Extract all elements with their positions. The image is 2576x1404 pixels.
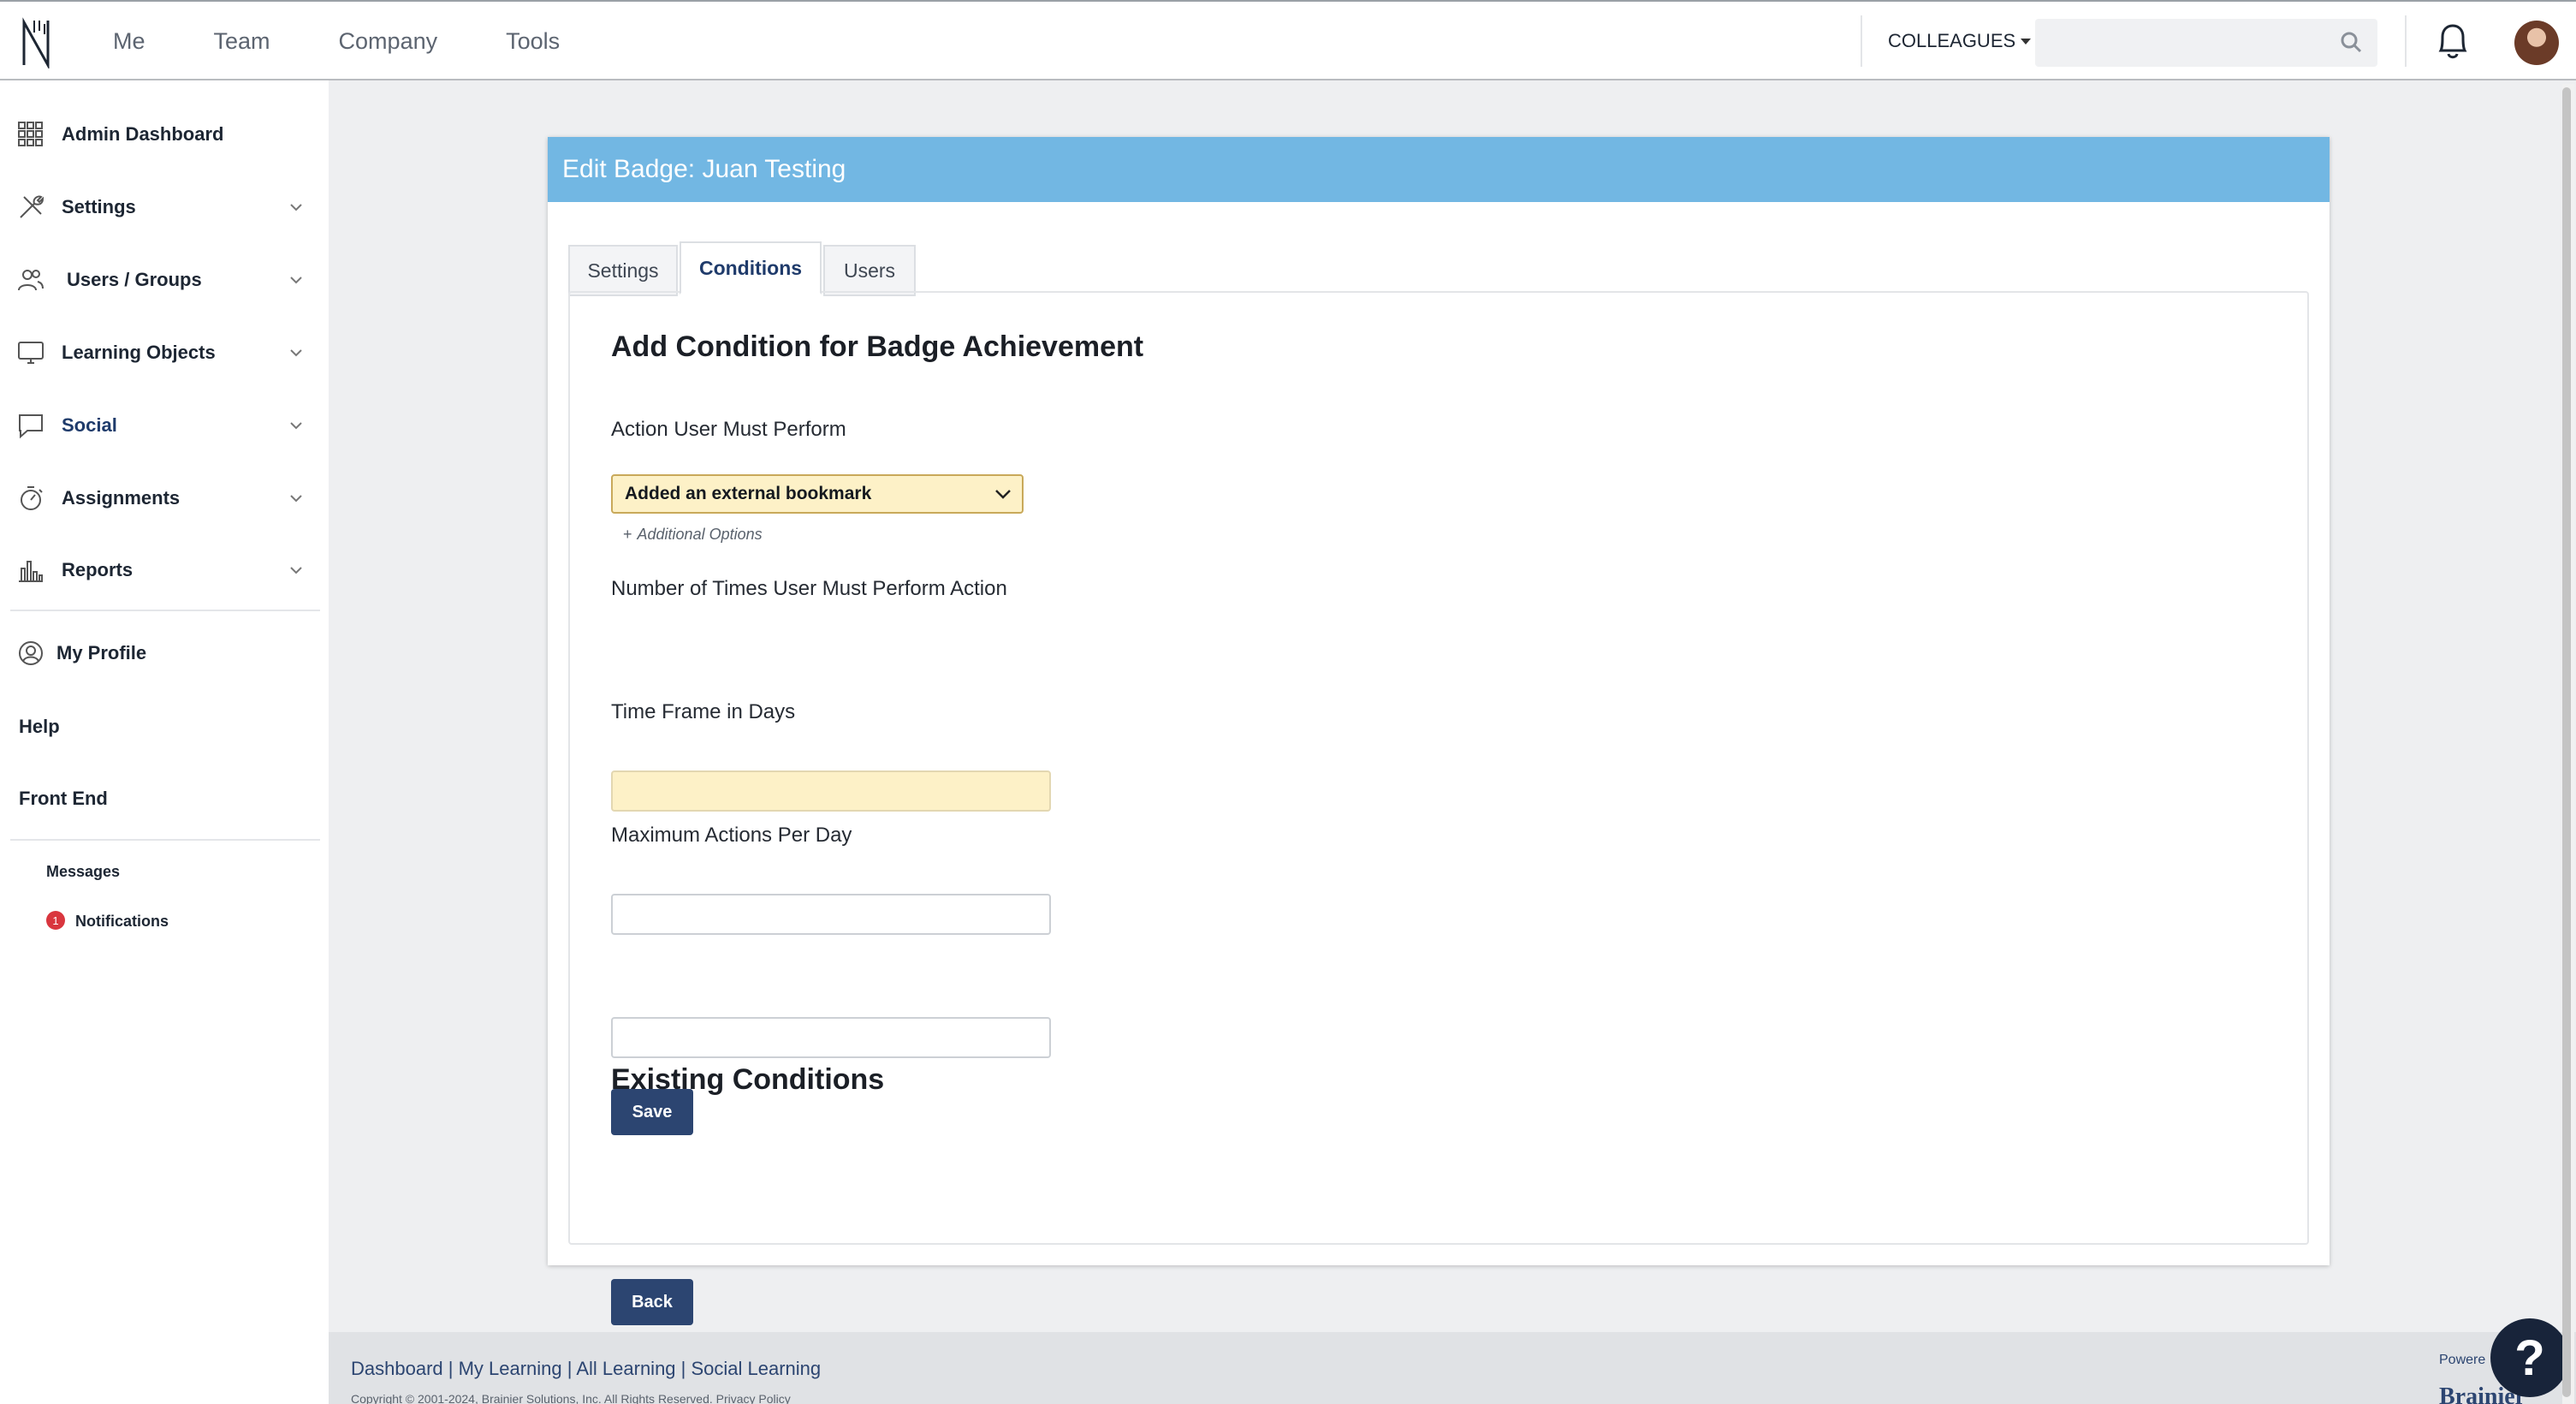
sidebar-divider (10, 839, 320, 841)
tab-settings[interactable]: Settings (568, 245, 678, 296)
avatar[interactable] (2514, 21, 2559, 65)
top-navbar: Me Team Company Tools COLLEAGUES (0, 0, 2576, 80)
tab-conditions[interactable]: Conditions (680, 241, 822, 294)
scrollbar[interactable] (2562, 84, 2574, 1404)
plus-icon: + (623, 526, 632, 543)
action-select-value: Added an external bookmark (625, 484, 872, 503)
search-input[interactable] (2035, 19, 2377, 67)
card-header: Edit Badge: Juan Testing (548, 137, 2330, 202)
sidebar-link-notifications[interactable]: Notifications (75, 913, 169, 931)
monitor-icon (18, 342, 44, 364)
sidebar-item-label: Settings (62, 196, 136, 217)
chevron-down-icon (290, 277, 302, 284)
sidebar-item-my-profile[interactable]: My Profile (0, 628, 329, 679)
sidebar-divider (10, 610, 320, 611)
nav-team[interactable]: Team (214, 28, 270, 55)
grid-icon (18, 122, 43, 146)
times-input[interactable] (611, 770, 1051, 812)
scrollbar-thumb[interactable] (2562, 87, 2571, 1397)
nav-tools[interactable]: Tools (506, 28, 560, 55)
nav-company[interactable]: Company (339, 28, 438, 55)
tab-users[interactable]: Users (823, 245, 916, 296)
timeframe-label: Time Frame in Days (611, 700, 796, 723)
sidebar-item-label: Help (19, 716, 60, 737)
colleagues-dropdown[interactable]: COLLEAGUES (1861, 15, 2032, 67)
logo-icon[interactable] (19, 17, 53, 68)
chevron-down-icon (995, 490, 1011, 499)
times-label: Number of Times User Must Perform Action (611, 577, 1007, 600)
sidebar-item-label: Assignments (62, 487, 181, 509)
sidebar-item-help[interactable]: Help (0, 701, 329, 753)
timeframe-input[interactable] (611, 894, 1051, 935)
top-nav-links: Me Team Company Tools (113, 2, 628, 80)
sidebar-item-label: Users / Groups (67, 269, 202, 290)
chevron-down-icon (290, 349, 302, 357)
users-icon (18, 270, 44, 291)
chat-icon (19, 414, 43, 439)
additional-options-link[interactable]: + Additional Options (623, 526, 763, 544)
sidebar-item-users-groups[interactable]: Users / Groups (0, 254, 329, 306)
sidebar-item-admin-dashboard[interactable]: Admin Dashboard (0, 109, 329, 160)
sidebar-item-label: Reports (62, 559, 134, 580)
footer: Dashboard | My Learning | All Learning |… (329, 1332, 2576, 1404)
sidebar-item-front-end[interactable]: Front End (0, 773, 329, 824)
additional-options-label: Additional Options (637, 526, 763, 543)
action-label: Action User Must Perform (611, 418, 846, 441)
sidebar-item-settings[interactable]: Settings (0, 181, 329, 233)
chevron-down-icon (290, 567, 302, 574)
search-icon[interactable] (2340, 31, 2362, 53)
sidebar: Admin Dashboard Settings Users / Groups … (0, 80, 329, 1404)
stopwatch-icon (21, 486, 43, 510)
back-button[interactable]: Back (611, 1279, 693, 1325)
bar-chart-icon (19, 561, 43, 582)
powered-by-label: Powere (2439, 1353, 2486, 1367)
sidebar-item-social[interactable]: Social (0, 400, 329, 451)
nav-me[interactable]: Me (113, 28, 145, 55)
sidebar-item-reports[interactable]: Reports (0, 544, 329, 596)
sidebar-item-label: Admin Dashboard (62, 123, 224, 145)
notification-count-badge: 1 (46, 911, 65, 930)
edit-badge-card: Edit Badge: Juan Testing Settings Condit… (548, 137, 2330, 1325)
max-actions-label: Maximum Actions Per Day (611, 824, 852, 847)
sidebar-item-learning-objects[interactable]: Learning Objects (0, 327, 329, 378)
tools-icon (20, 195, 45, 218)
sidebar-item-label: Learning Objects (62, 342, 216, 363)
conditions-panel: Add Condition for Badge Achievement Acti… (568, 291, 2309, 1325)
add-condition-heading: Add Condition for Badge Achievement (611, 330, 1144, 363)
colleagues-label: COLLEAGUES (1888, 30, 2016, 51)
existing-conditions-heading: Existing Conditions (611, 1063, 885, 1096)
chevron-down-icon (290, 422, 302, 430)
max-actions-input[interactable] (611, 1017, 1051, 1058)
page-title: Edit Badge: Juan Testing (562, 155, 846, 183)
action-select[interactable]: Added an external bookmark (611, 474, 1024, 514)
sidebar-item-assignments[interactable]: Assignments (0, 473, 329, 524)
notification-bell[interactable] (2405, 15, 2472, 67)
bell-icon (2438, 24, 2467, 59)
copyright-text: Copyright © 2001-2024, Brainier Solution… (351, 1392, 791, 1404)
sidebar-item-label: Social (62, 414, 117, 436)
caret-down-icon (2021, 38, 2032, 45)
footer-links[interactable]: Dashboard | My Learning | All Learning |… (351, 1358, 821, 1380)
profile-icon (19, 641, 43, 665)
chevron-down-icon (290, 204, 302, 211)
sidebar-link-messages[interactable]: Messages (46, 863, 120, 881)
sidebar-item-label: My Profile (56, 642, 147, 663)
help-button[interactable]: ? (2490, 1318, 2569, 1397)
sidebar-item-label: Front End (19, 788, 108, 809)
chevron-down-icon (290, 495, 302, 503)
